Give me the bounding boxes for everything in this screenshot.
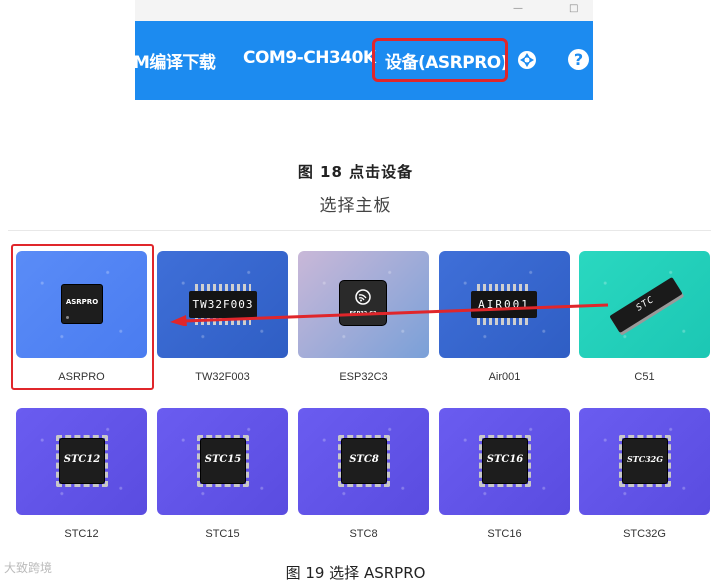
board-card-stc12[interactable]: STC12 bbox=[16, 408, 147, 515]
watermark: 大致跨境 bbox=[4, 561, 53, 575]
chip-icon: STC16 bbox=[483, 439, 527, 483]
aperture-icon[interactable] bbox=[517, 50, 537, 70]
board-label-tw32f003: TW32F003 bbox=[195, 371, 250, 383]
board-card-stc32g[interactable]: STC32G bbox=[579, 408, 710, 515]
chip-icon: STC12 bbox=[60, 439, 104, 483]
board-label-air001: Air001 bbox=[488, 371, 521, 383]
asrpro-highlight-box bbox=[11, 244, 154, 390]
device-highlight-box bbox=[372, 38, 508, 82]
board-card-stc16[interactable]: STC16 bbox=[439, 408, 570, 515]
section-subtitle: 选择主板 bbox=[319, 196, 392, 216]
board-label-stc8: STC8 bbox=[349, 528, 378, 540]
window-title-strip: — □ bbox=[135, 0, 593, 21]
board-label-stc16: STC16 bbox=[487, 528, 522, 540]
chip-icon: STC15 bbox=[201, 439, 245, 483]
board-label-esp32c3: ESP32C3 bbox=[339, 371, 388, 383]
figure-18-caption: 图 18 点击设备 bbox=[297, 163, 414, 181]
board-card-stc8[interactable]: STC8 bbox=[298, 408, 429, 515]
serial-port-selector[interactable]: COM9-CH340K bbox=[243, 48, 376, 68]
toolbar-screenshot: — □ M编译下载 COM9-CH340K 设备(ASRPRO) ? bbox=[135, 0, 593, 100]
board-label-c51: C51 bbox=[634, 371, 655, 383]
board-label-stc12: STC12 bbox=[64, 528, 99, 540]
board-label-stc15: STC15 bbox=[205, 528, 240, 540]
board-label-stc32g: STC32G bbox=[623, 528, 666, 540]
maximize-icon[interactable]: □ bbox=[569, 3, 578, 14]
chip-icon: STC8 bbox=[342, 439, 386, 483]
minimize-icon[interactable]: — bbox=[513, 3, 523, 14]
chip-icon: STC32G bbox=[623, 439, 667, 483]
compile-download-button[interactable]: M编译下载 bbox=[135, 48, 216, 73]
board-card-stc15[interactable]: STC15 bbox=[157, 408, 288, 515]
help-icon[interactable]: ? bbox=[568, 49, 589, 70]
figure-19-caption: 图 19 选择 ASRPRO bbox=[285, 564, 426, 582]
selection-arrow bbox=[170, 303, 609, 326]
